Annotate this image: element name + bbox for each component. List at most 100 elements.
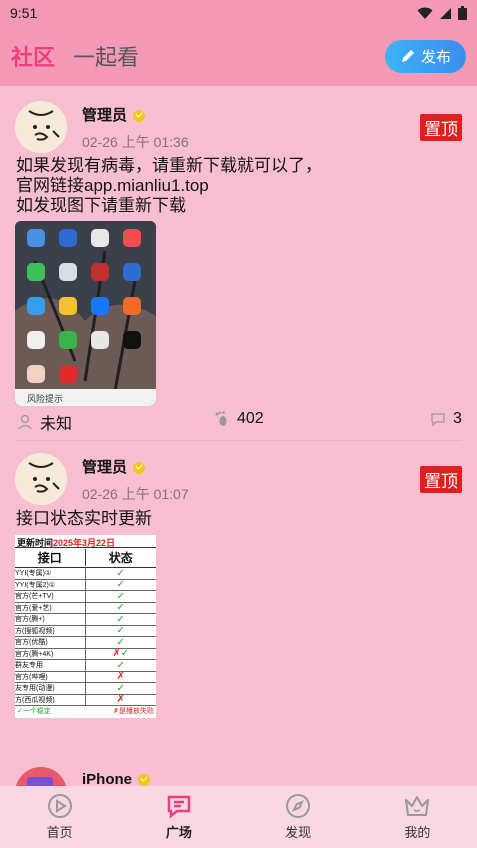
status-mark: ✓ xyxy=(116,579,125,591)
crown-icon xyxy=(405,796,430,816)
table-update-row: 更新时间2025年3月22日 xyxy=(15,535,156,548)
post-image-status-table[interactable]: 更新时间2025年3月22日 接口 状态 YYI(专属)① ✓ YYI(专属2)① ✓… xyxy=(15,535,156,718)
status-row: YYI(专属2)① ✓ xyxy=(15,579,156,591)
publish-button[interactable]: 发布 xyxy=(385,39,466,73)
post-stats: 未知 402 3 xyxy=(0,410,477,434)
pinned-badge: 置顶 xyxy=(420,114,462,141)
interface-name: 官方(腾+) xyxy=(15,614,86,625)
like-count: 402 xyxy=(237,410,264,427)
post-image[interactable]: 风险提示 xyxy=(15,221,156,406)
image-caption: 风险提示 xyxy=(27,394,64,404)
nav-square[interactable]: 广场 xyxy=(119,786,238,848)
legend-bad: ✗是播放失败 xyxy=(113,708,154,715)
status-row: 方(西瓜视频) ✗ xyxy=(15,694,156,706)
tab-watch-together[interactable]: 一起看 xyxy=(73,40,139,72)
post-divider xyxy=(15,440,462,441)
username-text: 管理员 xyxy=(82,107,128,124)
nav-discover-label: 发现 xyxy=(285,825,312,840)
username-text: 管理员 xyxy=(82,459,128,476)
verified-icon xyxy=(138,774,151,786)
status-row: 方(搜狐视频) ✓ xyxy=(15,625,156,637)
status-row: YYI(专属)① ✓ xyxy=(15,568,156,580)
footprint-icon xyxy=(215,411,227,426)
interface-name: 方(西瓜视频) xyxy=(15,694,86,705)
status-row: 官方(哔哩) ✗ xyxy=(15,671,156,683)
verified-icon xyxy=(133,110,146,123)
interface-name: 官方(爱+艺) xyxy=(15,602,86,613)
update-label: 更新时间 xyxy=(17,538,54,548)
interface-name: 友专用(动漫) xyxy=(15,683,86,694)
status-bar: 9:51 xyxy=(0,0,477,26)
post-content[interactable]: 如果发现有病毒，请重新下载就可以了， 官网链接app.mianliu1.top … xyxy=(16,156,322,216)
post-line: 官网链接app.mianliu1.top xyxy=(16,176,209,195)
interface-name: 官方(优酷) xyxy=(15,637,86,648)
status-row: 官方(优酷) ✓ xyxy=(15,637,156,649)
status-mark: ✓ xyxy=(116,625,125,637)
compass-icon xyxy=(286,794,311,818)
status-mark: ✗ xyxy=(116,694,125,706)
nav-mine-label: 我的 xyxy=(404,825,431,840)
interface-name: 方(搜狐视频) xyxy=(15,625,86,636)
table-legend: ✓一个稳定 ✗是播放失败 xyxy=(15,706,156,716)
update-date: 2025年3月22日 xyxy=(53,538,116,548)
post-time: 02-26 上午 01:07 xyxy=(82,486,189,502)
status-mark: ✗✓ xyxy=(112,648,130,660)
avatar[interactable] xyxy=(15,101,67,153)
pinned-badge: 置顶 xyxy=(420,466,462,493)
interface-name: 群友专用 xyxy=(15,660,86,671)
interface-name: 官方(芒+TV) xyxy=(15,591,86,602)
like-stat[interactable]: 402 xyxy=(214,410,264,428)
post-username[interactable]: iPhone xyxy=(82,771,151,786)
post-line: 如发现图下请重新下载 xyxy=(16,196,186,215)
post-time: 02-26 上午 01:36 xyxy=(82,134,189,150)
signal-icon xyxy=(440,7,451,19)
status-mark: ✓ xyxy=(116,682,125,694)
nav-discover[interactable]: 发现 xyxy=(239,786,358,848)
status-mark: ✓ xyxy=(116,567,125,579)
status-mark: ✓ xyxy=(116,602,125,614)
comment-icon xyxy=(431,413,445,427)
location-stat: 未知 xyxy=(17,410,72,434)
post-content[interactable]: 接口状态实时更新 xyxy=(16,509,152,529)
interface-name: YYI(专属2)① xyxy=(15,579,86,590)
nav-mine[interactable]: 我的 xyxy=(358,786,477,848)
publish-label: 发布 xyxy=(420,48,451,66)
bottom-navigation: 首页 广场 发现 我的 xyxy=(0,786,477,848)
user-icon xyxy=(18,414,32,430)
system-icons xyxy=(417,6,467,20)
interface-name: YYI(专属)① xyxy=(15,568,86,579)
status-mark: ✓ xyxy=(116,590,125,602)
pencil-icon xyxy=(401,50,414,62)
post-username[interactable]: 管理员 xyxy=(82,104,146,125)
battery-icon xyxy=(458,6,467,20)
nav-home[interactable]: 首页 xyxy=(0,786,119,848)
col-status: 状态 xyxy=(108,551,133,565)
interface-name: 官方(腾+4K) xyxy=(15,648,86,659)
status-row: 官方(腾+) ✓ xyxy=(15,614,156,626)
post-line: 接口状态实时更新 xyxy=(16,509,152,528)
col-interface: 接口 xyxy=(15,549,86,566)
post-feed[interactable]: 管理员 02-26 上午 01:36 置顶 如果发现有病毒，请重新下载就可以了，… xyxy=(0,86,477,786)
play-circle-icon xyxy=(47,794,72,818)
interface-name: 官方(哔哩) xyxy=(15,671,86,682)
status-row: 官方(腾+4K) ✗✓ xyxy=(15,648,156,660)
comment-stat[interactable]: 3 xyxy=(430,410,462,428)
status-mark: ✓ xyxy=(116,636,125,648)
status-mark: ✓ xyxy=(116,613,125,625)
post-line: 如果发现有病毒，请重新下载就可以了， xyxy=(16,156,322,175)
status-row: 官方(爱+艺) ✓ xyxy=(15,602,156,614)
comment-count: 3 xyxy=(453,410,462,427)
post-username[interactable]: 管理员 xyxy=(82,456,146,477)
app-header: 社区 一起看 发布 xyxy=(0,26,477,86)
nav-home-label: 首页 xyxy=(46,825,73,840)
tab-community[interactable]: 社区 xyxy=(11,40,55,72)
status-time: 9:51 xyxy=(10,5,38,21)
nav-square-label: 广场 xyxy=(165,825,192,840)
location-text: 未知 xyxy=(40,416,73,433)
username-text: iPhone xyxy=(82,771,133,786)
status-row: 友专用(动漫) ✓ xyxy=(15,683,156,695)
avatar[interactable] xyxy=(15,453,67,505)
message-square-icon xyxy=(167,795,191,819)
avatar[interactable] xyxy=(15,767,67,786)
legend-ok: ✓一个稳定 xyxy=(17,708,51,715)
